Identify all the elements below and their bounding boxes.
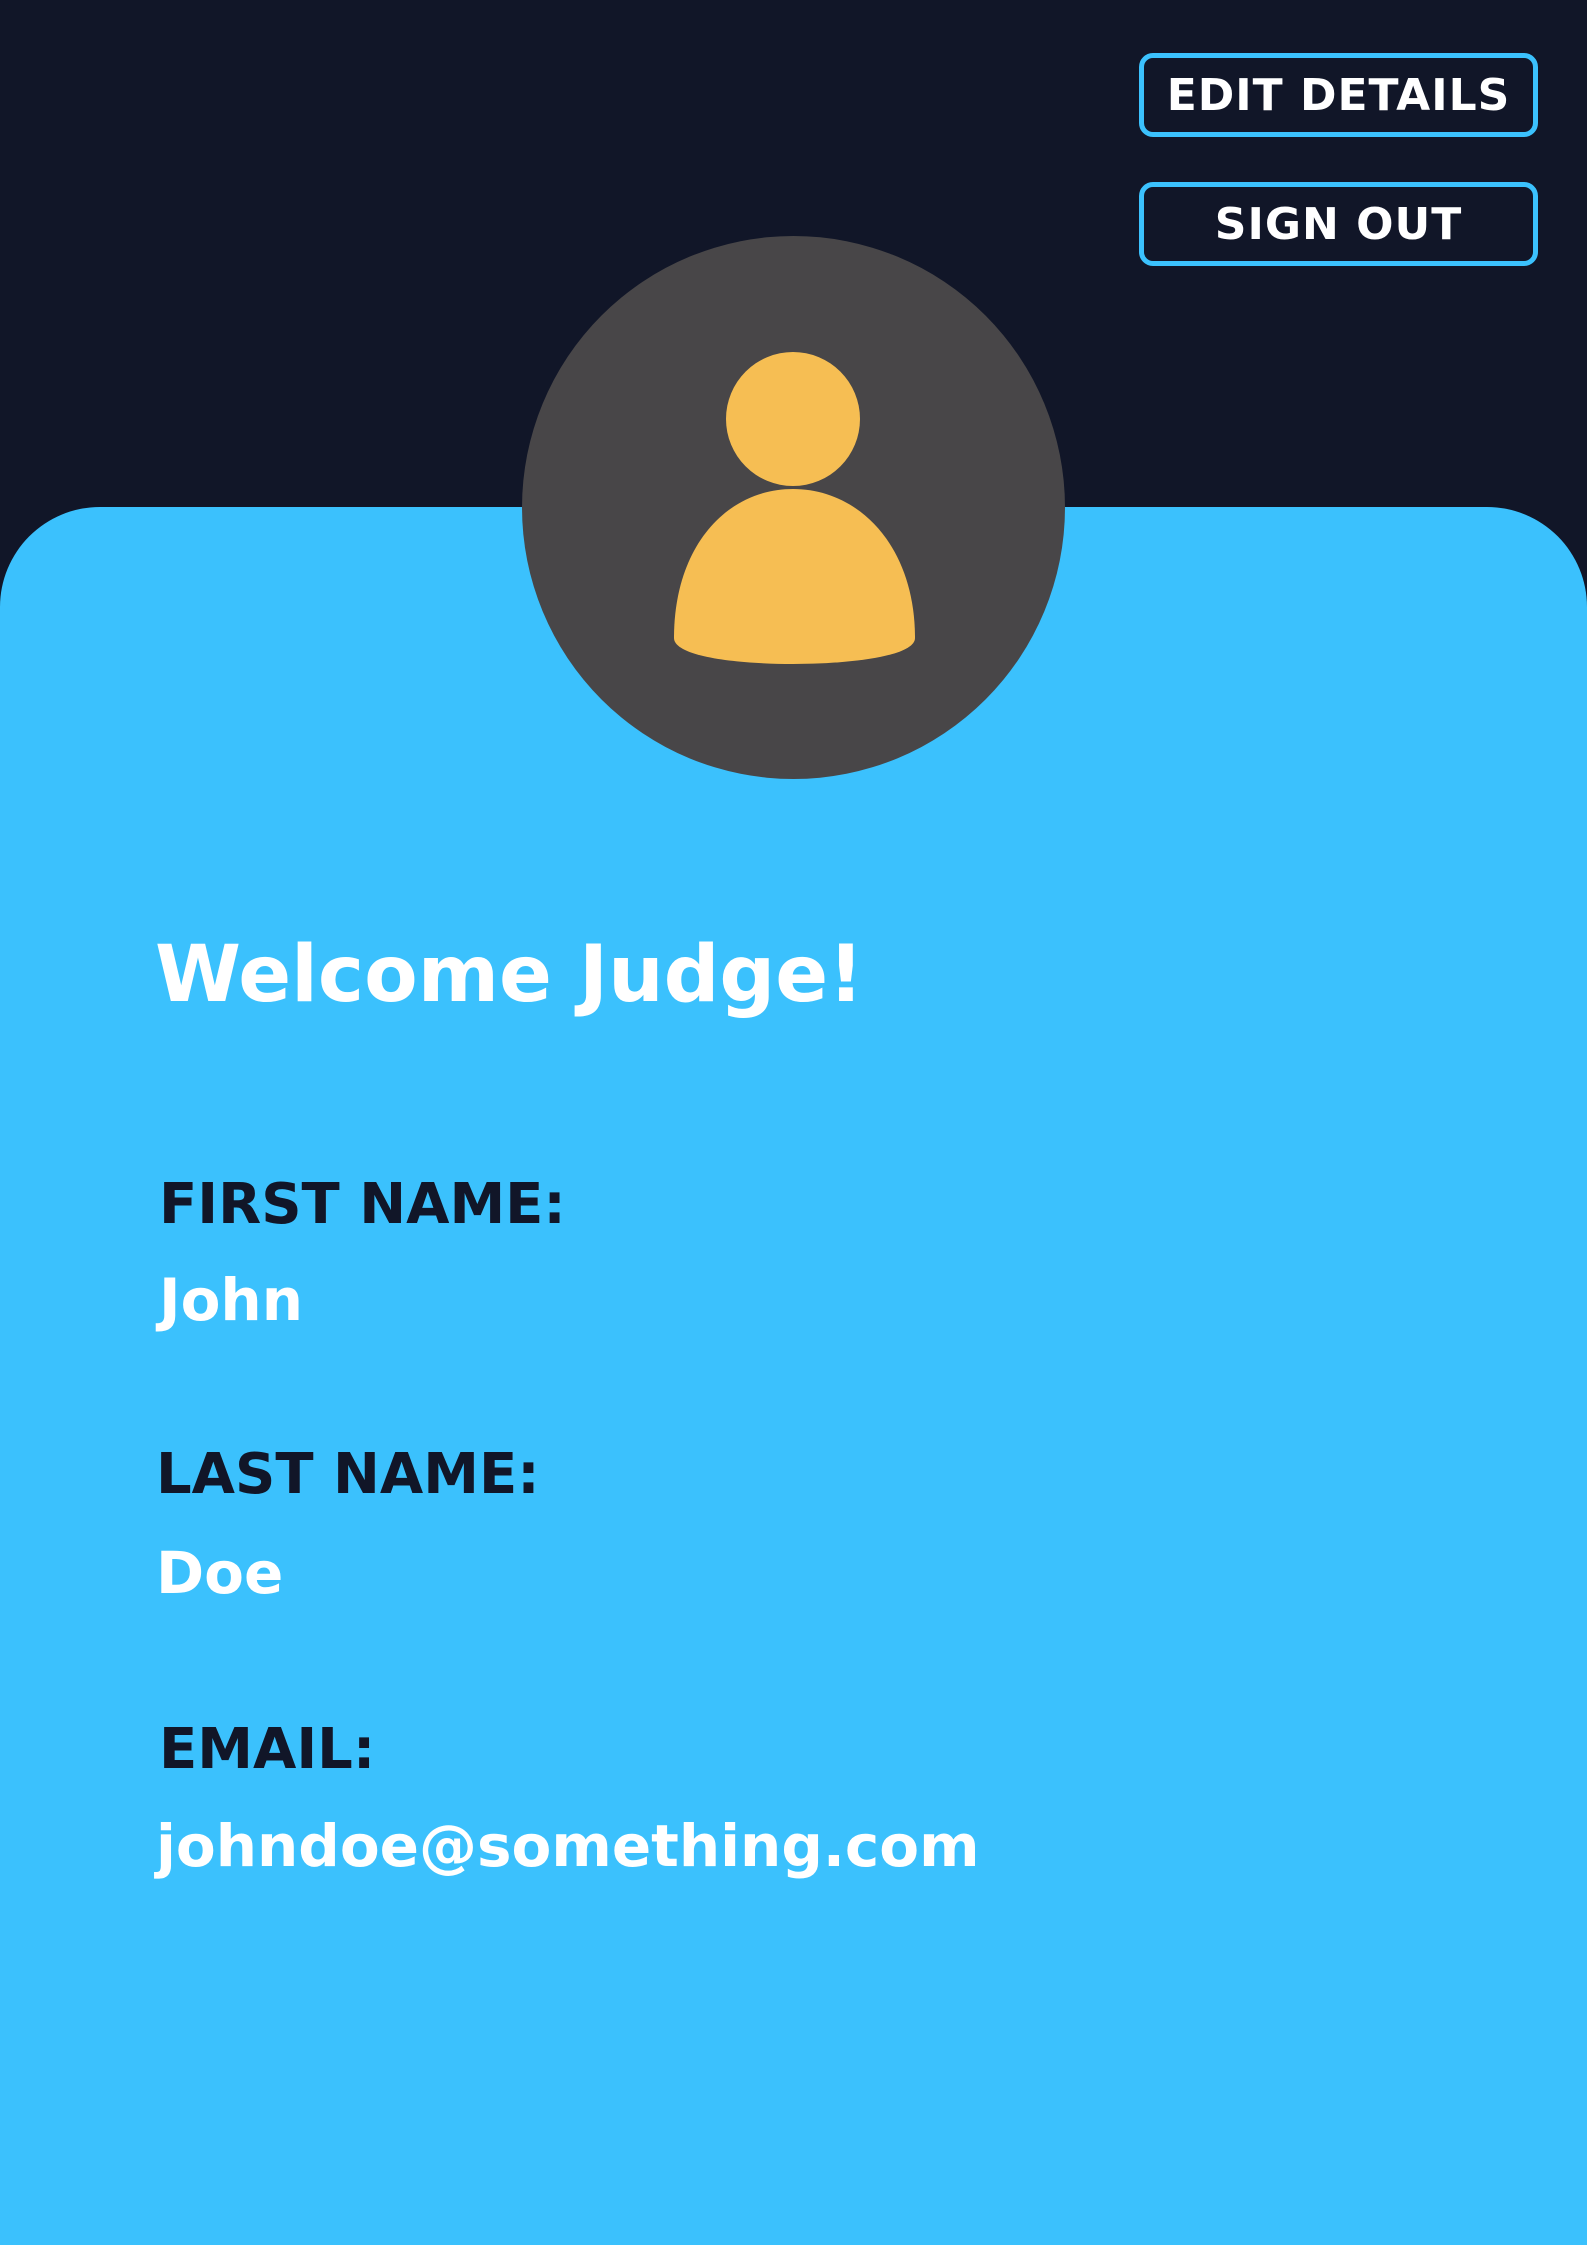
welcome-heading: Welcome Judge! <box>155 930 864 1020</box>
last-name-label: LAST NAME: <box>156 1442 540 1507</box>
avatar <box>522 236 1065 779</box>
email-value: johndoe@something.com <box>156 1812 980 1880</box>
sign-out-button[interactable]: SIGN OUT <box>1139 182 1538 266</box>
edit-details-button[interactable]: EDIT DETAILS <box>1139 53 1538 137</box>
first-name-label: FIRST NAME: <box>159 1172 566 1237</box>
last-name-value: Doe <box>156 1539 284 1607</box>
email-label: EMAIL: <box>159 1717 376 1782</box>
first-name-value: John <box>159 1266 304 1334</box>
user-icon <box>674 352 915 664</box>
